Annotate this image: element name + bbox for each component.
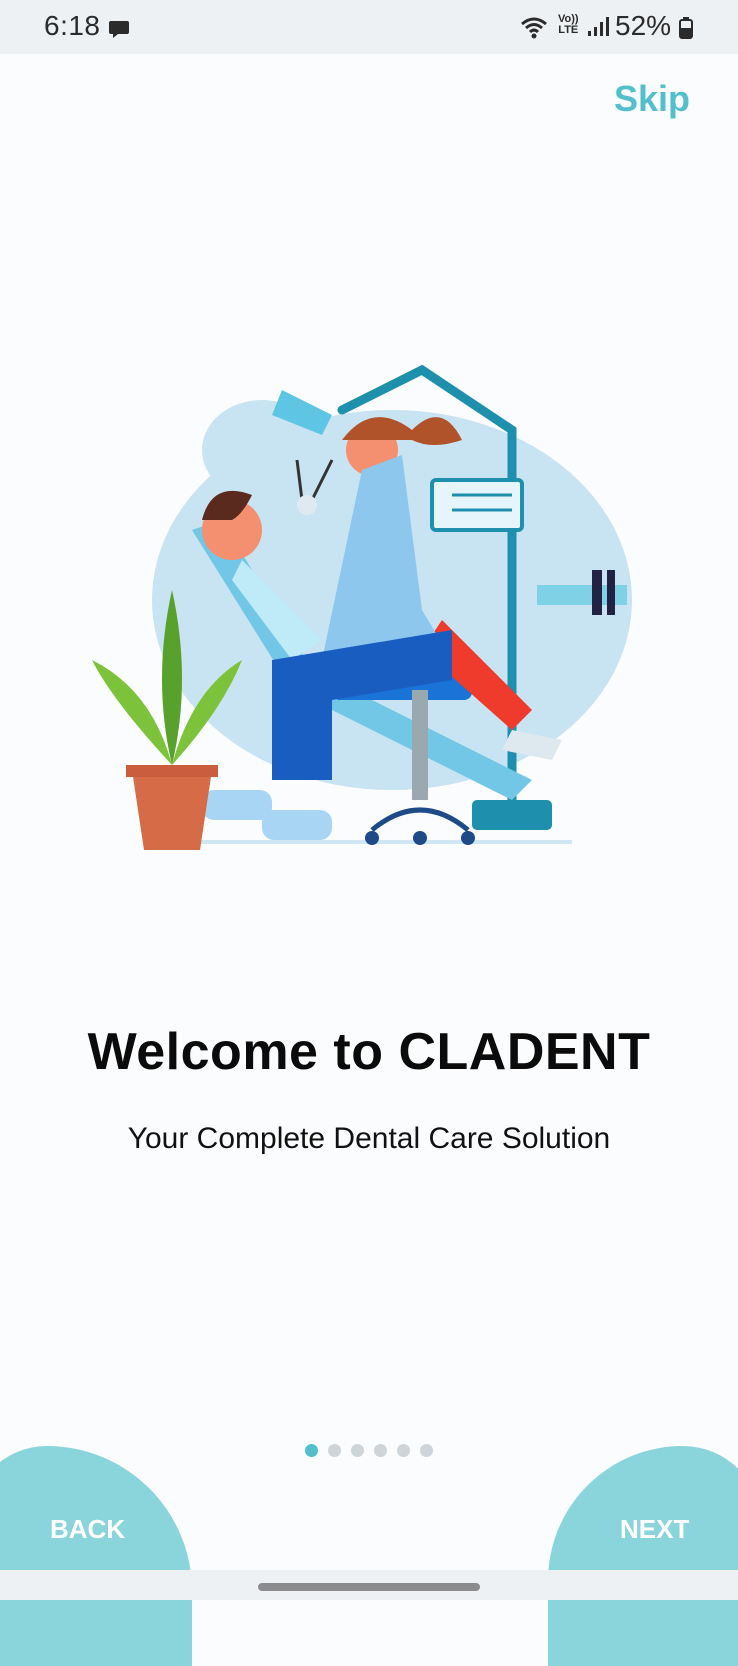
back-button[interactable]: BACK: [50, 1514, 125, 1545]
next-button[interactable]: NEXT: [620, 1514, 689, 1545]
dentist-illustration: [92, 360, 652, 880]
status-time: 6:18: [44, 10, 101, 41]
page-dot-5: [397, 1444, 410, 1457]
page-dot-1: [305, 1444, 318, 1457]
skip-button[interactable]: Skip: [614, 78, 690, 120]
welcome-title: Welcome to CLADENT: [87, 1023, 651, 1081]
signal-icon: [587, 17, 609, 42]
lte-bottom-label: LTE: [558, 24, 579, 36]
message-icon: [108, 18, 130, 45]
page-dot-3: [351, 1444, 364, 1457]
page-indicator: [0, 1444, 738, 1457]
page-dot-4: [374, 1444, 387, 1457]
page-dot-2: [328, 1444, 341, 1457]
status-bar: 6:18 Vo)) LTE 52%: [0, 0, 738, 54]
next-button-background[interactable]: [548, 1446, 738, 1666]
battery-percent: 52%: [615, 10, 672, 41]
page-dot-6: [420, 1444, 433, 1457]
lte-icon: Vo)) LTE: [558, 14, 579, 36]
welcome-subtitle: Your Complete Dental Care Solution: [127, 1122, 611, 1155]
wifi-icon: [520, 16, 548, 45]
back-button-background[interactable]: [0, 1446, 192, 1666]
home-indicator[interactable]: [258, 1583, 480, 1591]
battery-icon: [679, 17, 693, 44]
